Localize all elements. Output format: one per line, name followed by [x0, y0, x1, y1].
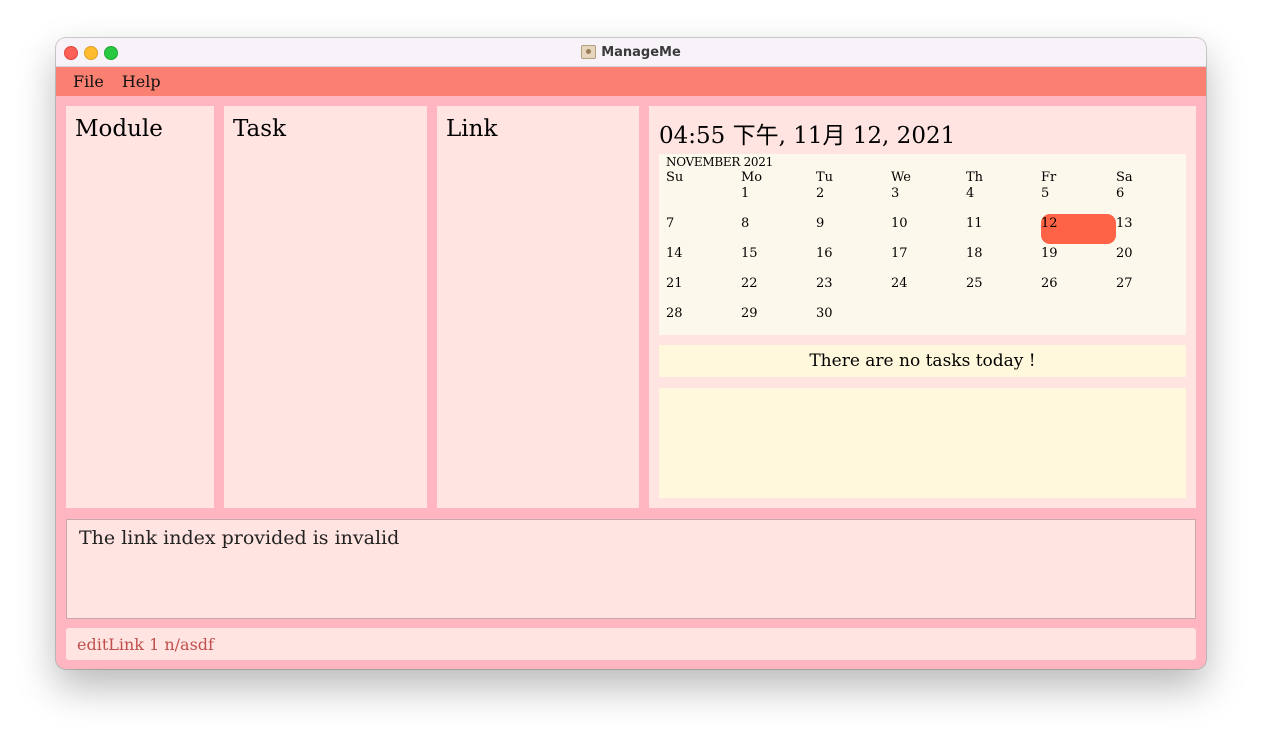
result-display: The link index provided is invalid	[66, 519, 1196, 619]
calendar-day-number: 4	[966, 186, 975, 201]
calendar-day[interactable]: 16	[816, 246, 891, 276]
task-panel-title: Task	[233, 116, 287, 142]
calendar-day[interactable]: 4	[966, 186, 1041, 216]
app-icon	[581, 45, 597, 59]
calendar-day-number: 7	[666, 216, 675, 231]
link-panel-title: Link	[446, 116, 498, 142]
calendar-weekday-mo: Mo	[741, 170, 763, 185]
calendar-day[interactable]: 29	[741, 306, 816, 336]
calendar-day-number: 5	[1041, 186, 1050, 201]
calendar-day[interactable]: 11	[966, 216, 1041, 246]
calendar-day[interactable]: 17	[891, 246, 966, 276]
window-title-group: ManageMe	[56, 38, 1206, 66]
calendar-day-number: 23	[816, 276, 833, 291]
calendar-day[interactable]: 18	[966, 246, 1041, 276]
calendar-day-number: 18	[966, 246, 983, 261]
calendar-day-number: 22	[741, 276, 758, 291]
calendar-day[interactable]: 5	[1041, 186, 1116, 216]
calendar-day-number: 30	[816, 306, 833, 321]
calendar-weekday-we: We	[891, 170, 911, 185]
calendar-day[interactable]: 9	[816, 216, 891, 246]
calendar-panel: 04:55 下午, 11月 12, 2021 NOVEMBER 2021 Su M…	[649, 106, 1196, 508]
module-panel: Module	[66, 106, 214, 508]
calendar-day[interactable]: 14	[666, 246, 741, 276]
calendar-day-number: 14	[666, 246, 683, 261]
calendar-day-number: 27	[1116, 276, 1133, 291]
calendar-day[interactable]: 10	[891, 216, 966, 246]
calendar-day[interactable]: 7	[666, 216, 741, 246]
app-window: ManageMe File Help Module Task Link 04:5…	[56, 38, 1206, 669]
calendar-day-number: 15	[741, 246, 758, 261]
calendar-day-number: 3	[891, 186, 900, 201]
calendar-day[interactable]: 22	[741, 276, 816, 306]
calendar-weekday-su: Su	[666, 170, 684, 185]
calendar-day-number: 12	[1041, 216, 1058, 231]
calendar-day[interactable]: 30	[816, 306, 891, 336]
menu-file[interactable]: File	[65, 72, 112, 91]
calendar-day-number: 19	[1041, 246, 1058, 261]
calendar-day[interactable]: 13	[1116, 216, 1191, 246]
calendar-day-number: 8	[741, 216, 750, 231]
window-title: ManageMe	[601, 44, 681, 60]
calendar-day[interactable]: 2	[816, 186, 891, 216]
calendar-month-label: NOVEMBER 2021	[666, 155, 773, 169]
calendar-weekday-tu: Tu	[816, 170, 834, 185]
calendar-day[interactable]: 15	[741, 246, 816, 276]
calendar-day-number: 6	[1116, 186, 1125, 201]
calendar-day-number: 10	[891, 216, 908, 231]
calendar-day[interactable]: 19	[1041, 246, 1116, 276]
result-message: The link index provided is invalid	[79, 527, 400, 549]
calendar-day[interactable]: 3	[891, 186, 966, 216]
tasks-today-message: There are no tasks today !	[659, 345, 1186, 377]
menu-bar: File Help	[56, 67, 1206, 96]
calendar-day-number: 13	[1116, 216, 1133, 231]
calendar-day[interactable]: 25	[966, 276, 1041, 306]
calendar-day-number: 1	[741, 186, 750, 201]
calendar-day[interactable]: 21	[666, 276, 741, 306]
calendar-day-number: 16	[816, 246, 833, 261]
calendar-day[interactable]: 26	[1041, 276, 1116, 306]
calendar-day[interactable]: 6	[1116, 186, 1191, 216]
calendar-day-number: 21	[666, 276, 683, 291]
calendar-day-number: 29	[741, 306, 758, 321]
calendar-day[interactable]: 28	[666, 306, 741, 336]
calendar-day[interactable]: 8	[741, 216, 816, 246]
title-bar: ManageMe	[56, 38, 1206, 67]
calendar-weekday-th: Th	[966, 170, 984, 185]
calendar-day-number: 17	[891, 246, 908, 261]
command-input[interactable]	[77, 634, 1177, 654]
calendar-day-number: 2	[816, 186, 825, 201]
calendar-day-number: 9	[816, 216, 825, 231]
link-panel: Link	[437, 106, 639, 508]
calendar-weekday-fr: Fr	[1041, 170, 1057, 185]
calendar-day[interactable]: 27	[1116, 276, 1191, 306]
calendar-weekday-sa: Sa	[1116, 170, 1133, 185]
calendar-day-number: 11	[966, 216, 983, 231]
calendar-day[interactable]: 23	[816, 276, 891, 306]
clock-display: 04:55 下午, 11月 12, 2021	[659, 123, 956, 149]
task-panel: Task	[224, 106, 427, 508]
calendar-day[interactable]: 24	[891, 276, 966, 306]
calendar-day[interactable]: 1	[741, 186, 816, 216]
calendar-day[interactable]: 20	[1116, 246, 1191, 276]
calendar-day-number: 28	[666, 306, 683, 321]
calendar-day-number: 25	[966, 276, 983, 291]
command-box	[66, 628, 1196, 660]
tasks-today-list	[659, 388, 1186, 498]
module-panel-title: Module	[75, 116, 163, 142]
calendar-day-number: 24	[891, 276, 908, 291]
calendar-grid: NOVEMBER 2021 Su Mo Tu We Th Fr Sa 1 2 3 4 5 6 7 8 9 10 1…	[659, 154, 1186, 335]
calendar-day-number: 26	[1041, 276, 1058, 291]
calendar-day-number: 20	[1116, 246, 1133, 261]
menu-help[interactable]: Help	[114, 72, 169, 91]
